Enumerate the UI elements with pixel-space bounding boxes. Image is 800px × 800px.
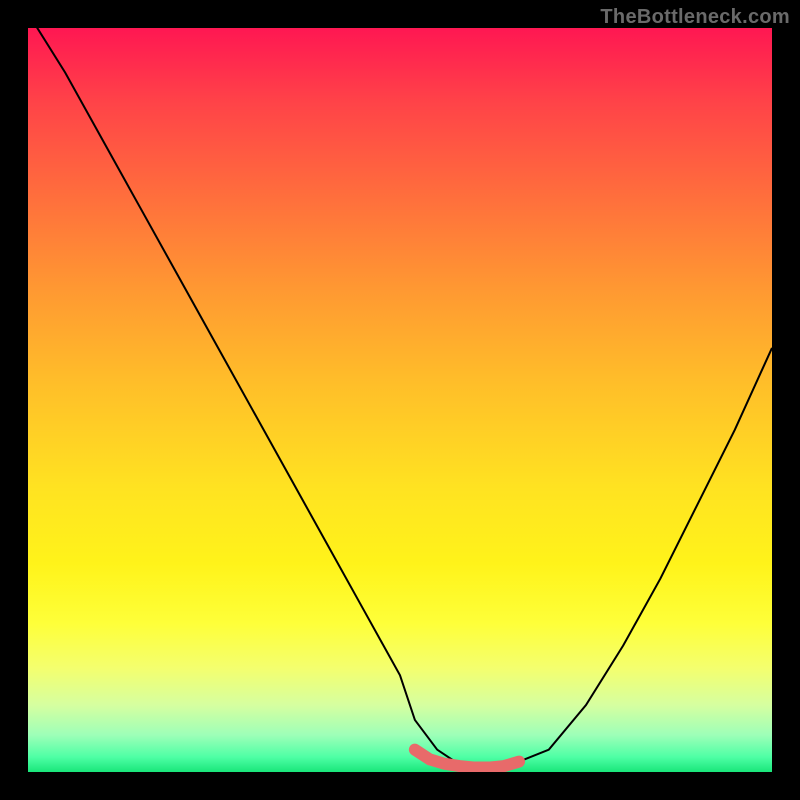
watermark-text: TheBottleneck.com bbox=[600, 6, 790, 29]
plot-area bbox=[28, 28, 772, 772]
optimal-zone-highlight bbox=[415, 750, 519, 768]
chart-container: TheBottleneck.com bbox=[0, 0, 800, 800]
curve-layer bbox=[28, 28, 772, 772]
bottleneck-curve bbox=[28, 28, 772, 768]
